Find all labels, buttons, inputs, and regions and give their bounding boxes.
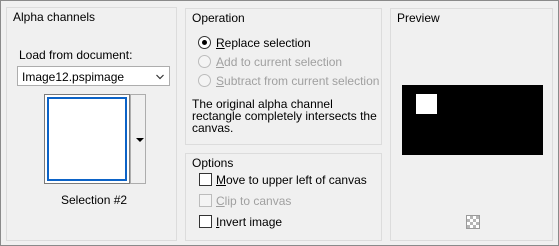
chevron-down-icon	[156, 74, 164, 80]
invert-image-checkbox[interactable]	[199, 215, 212, 228]
add-to-selection-accel: A	[216, 55, 225, 69]
subtract-from-selection-text: ubtract from current selection	[224, 74, 380, 88]
add-to-selection-radio[interactable]	[198, 55, 211, 68]
document-select-value: Image12.pspimage	[22, 70, 125, 84]
invert-image-label[interactable]: Invert image	[216, 215, 282, 229]
operation-group: Operation Replace selection Add to curre…	[185, 8, 382, 145]
preview-title: Preview	[397, 11, 440, 25]
selection-name-label: Selection #2	[61, 193, 128, 207]
subtract-from-selection-accel: S	[216, 74, 225, 88]
load-selection-from-alpha-dialog: Alpha channels Load from document: Image…	[0, 0, 559, 246]
move-to-upper-left-text: ove to upper left of canvas	[226, 173, 367, 187]
preview-selection-rect	[416, 94, 437, 114]
replace-selection-text: eplace selection	[224, 36, 311, 50]
clip-to-canvas-label[interactable]: Clip to canvas	[216, 194, 291, 208]
alpha-channel-thumbnail[interactable]	[44, 94, 130, 184]
alpha-channel-dropdown-button[interactable]	[130, 94, 146, 184]
add-to-selection-text: dd to current selection	[224, 55, 343, 69]
radio-selected-dot	[202, 40, 207, 45]
load-from-document-label: Load from document:	[19, 48, 132, 62]
operation-description: The original alpha channel rectangle com…	[192, 97, 377, 135]
transparency-checkerboard-icon[interactable]	[466, 215, 480, 229]
subtract-from-selection-radio[interactable]	[198, 74, 211, 87]
move-to-upper-left-checkbox[interactable]	[199, 173, 212, 186]
alpha-channel-thumbnail-selected	[47, 97, 127, 181]
clip-to-canvas-checkbox[interactable]	[199, 194, 212, 207]
clip-to-canvas-accel: C	[216, 194, 225, 208]
preview-group: Preview	[390, 8, 553, 241]
replace-selection-accel: R	[216, 36, 225, 50]
add-to-selection-label[interactable]: Add to current selection	[216, 55, 342, 69]
replace-selection-radio[interactable]	[198, 36, 211, 49]
subtract-from-selection-label[interactable]: Subtract from current selection	[216, 74, 379, 88]
document-select[interactable]: Image12.pspimage	[17, 66, 170, 86]
move-to-upper-left-label[interactable]: Move to upper left of canvas	[216, 173, 367, 187]
clip-to-canvas-text: lip to canvas	[224, 194, 292, 208]
options-title: Options	[192, 156, 234, 170]
invert-image-text: nvert image	[219, 215, 283, 229]
dropdown-arrow-icon	[136, 138, 144, 142]
move-to-upper-left-accel: M	[216, 173, 226, 187]
operation-title: Operation	[192, 11, 245, 25]
preview-canvas	[402, 85, 543, 155]
alpha-channels-title: Alpha channels	[13, 10, 96, 24]
load-from-document-text: Load from document:	[19, 48, 133, 62]
replace-selection-label[interactable]: Replace selection	[216, 36, 311, 50]
alpha-channels-group: Alpha channels Load from document: Image…	[6, 7, 177, 241]
options-group: Options Move to upper left of canvas Cli…	[185, 153, 382, 241]
